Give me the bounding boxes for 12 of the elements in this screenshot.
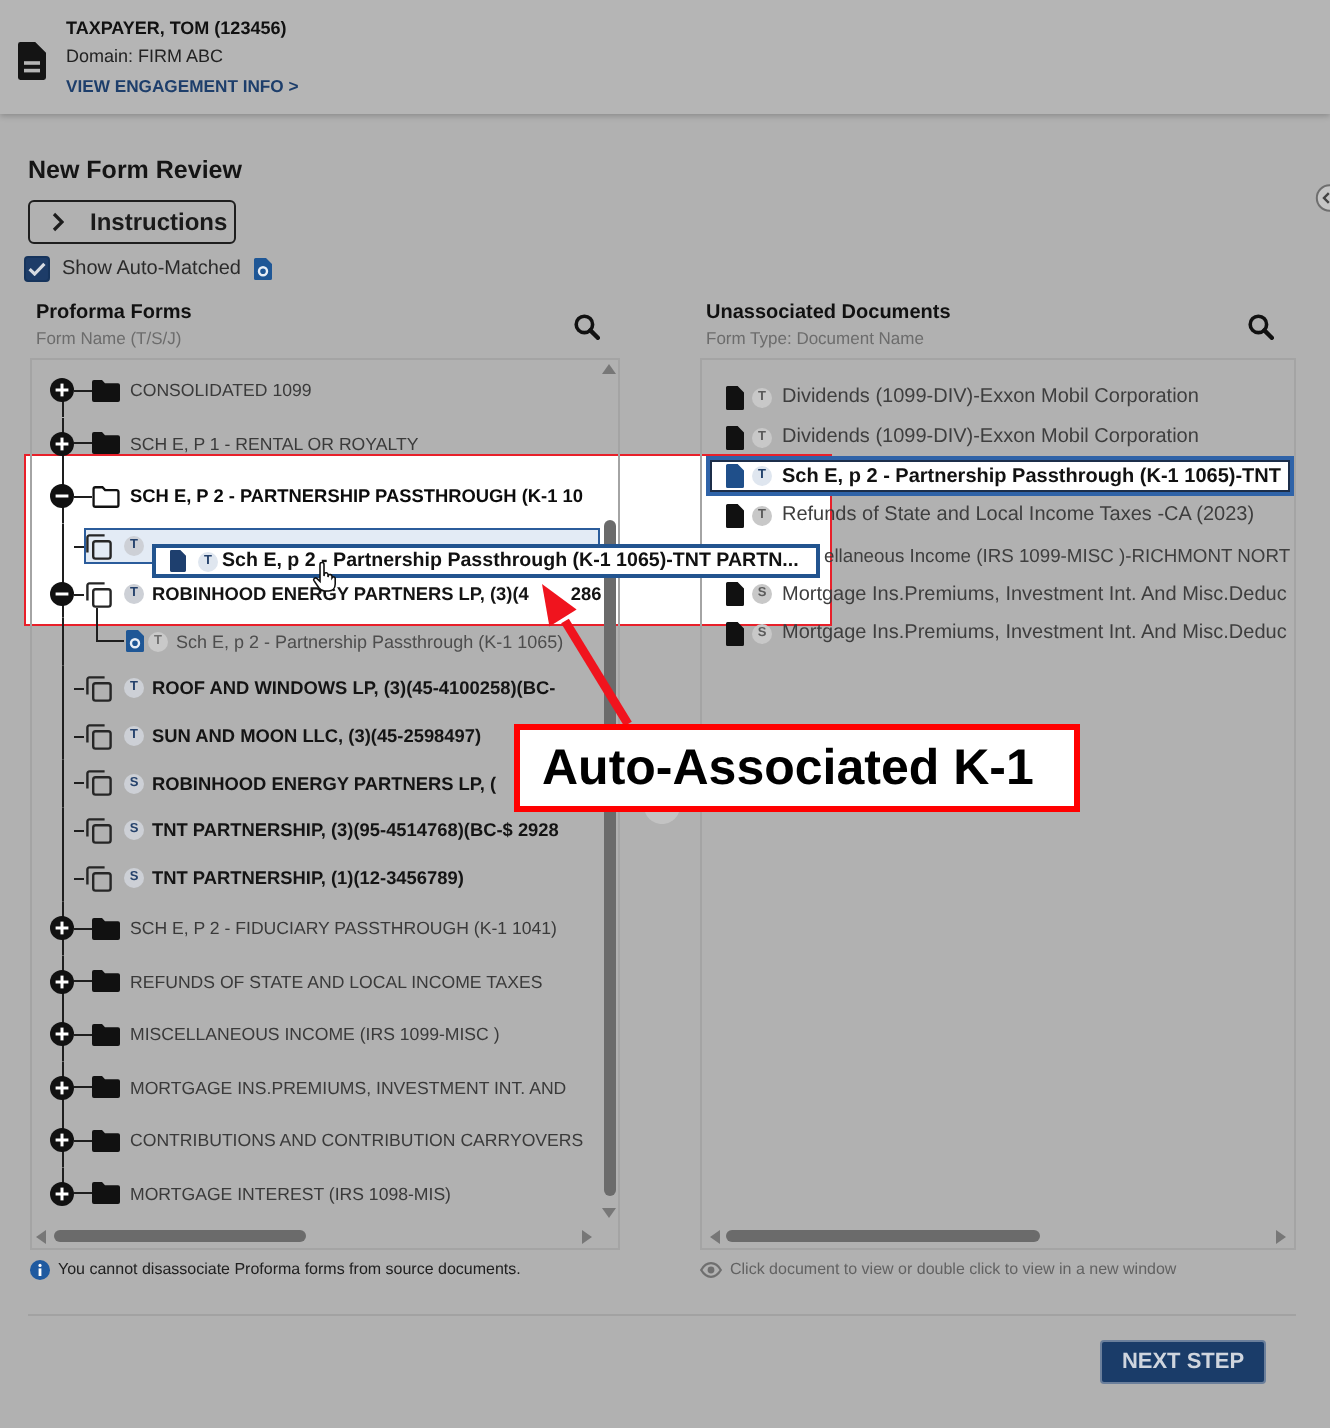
panel-subtitle: Form Type: Document Name [706,328,926,350]
page-title: New Form Review [28,154,242,186]
taxpayer-name: TAXPAYER, TOM (123456) [66,15,287,42]
drag-preview-label: Sch E, p 2 - Partnership Passthrough (K-1 1065)-TNT PARTN... [222,550,799,572]
panel-title: Unassociated Documents [706,302,951,326]
label-fragment: 286 [570,584,602,605]
panel-subtitle: Form Name (T/S/J) [36,328,184,350]
domain-label: Domain: FIRM ABC [66,44,224,71]
info-note: You cannot disassociate Proforma forms from source documents. [58,1260,521,1278]
panel-title: Proforma Forms [36,302,192,326]
annotation-callout: Auto-Associated K-1 [514,724,1080,812]
view-hint: Click document to view or double click to view in a new window [730,1260,1177,1278]
